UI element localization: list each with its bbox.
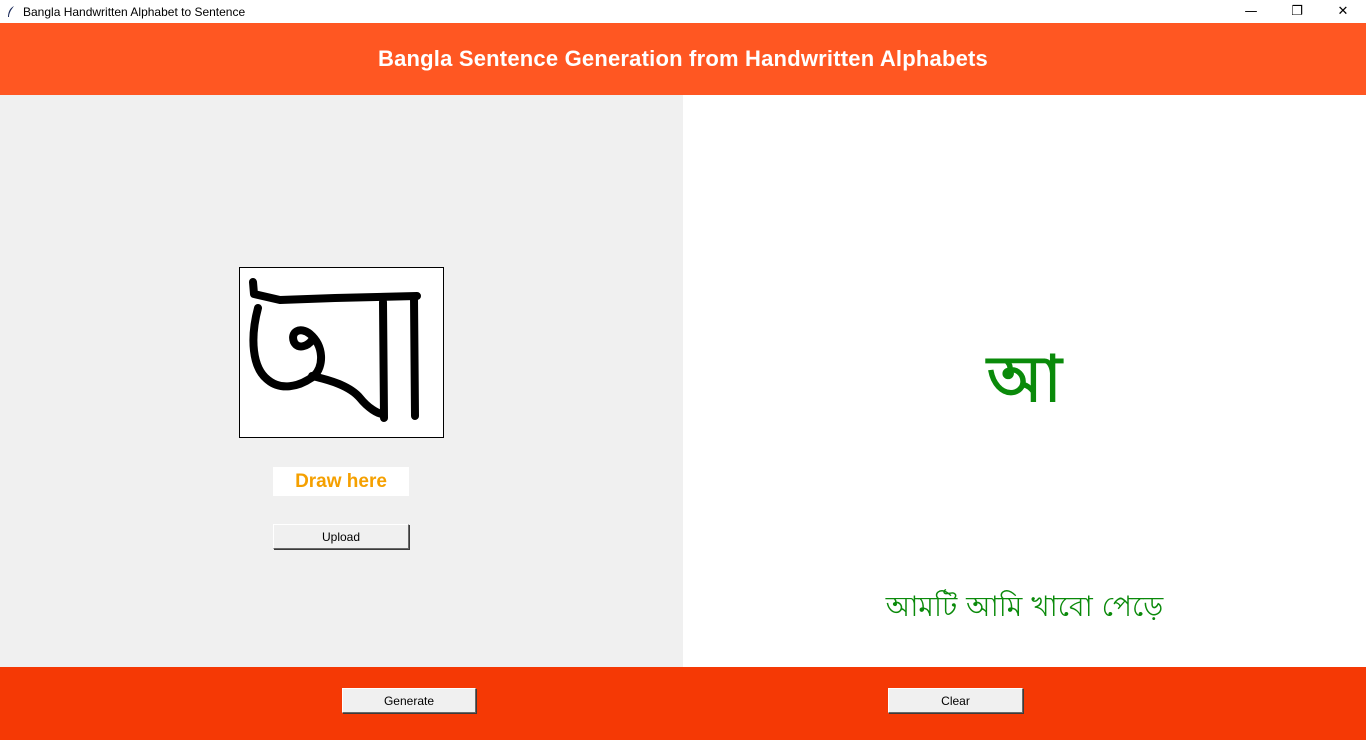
input-panel: Draw here Upload: [0, 95, 683, 667]
draw-here-label: Draw here: [273, 467, 409, 496]
handwritten-character-drawing: [249, 278, 421, 422]
window-title: Bangla Handwritten Alphabet to Sentence: [23, 4, 246, 19]
upload-button[interactable]: Upload: [273, 524, 409, 549]
page-title: Bangla Sentence Generation from Handwrit…: [378, 46, 988, 71]
feather-icon: [3, 4, 19, 20]
output-panel: আ আমটি আমি খাবো পেড়ে: [683, 95, 1366, 667]
title-bar: Bangla Handwritten Alphabet to Sentence …: [0, 0, 1366, 23]
close-button[interactable]: ✕: [1320, 0, 1366, 23]
generated-sentence: আমটি আমি খাবো পেড়ে: [885, 590, 1164, 623]
app-header: Bangla Sentence Generation from Handwrit…: [0, 23, 1366, 95]
minimize-button[interactable]: —: [1228, 0, 1274, 23]
window-controls: — ❐ ✕: [1228, 0, 1366, 23]
drawing-canvas[interactable]: [239, 267, 444, 438]
generate-button[interactable]: Generate: [342, 688, 476, 713]
footer-bar: Generate Clear: [0, 667, 1366, 740]
restore-button[interactable]: ❐: [1274, 0, 1320, 23]
clear-button[interactable]: Clear: [888, 688, 1023, 713]
predicted-character: আ: [987, 343, 1062, 417]
